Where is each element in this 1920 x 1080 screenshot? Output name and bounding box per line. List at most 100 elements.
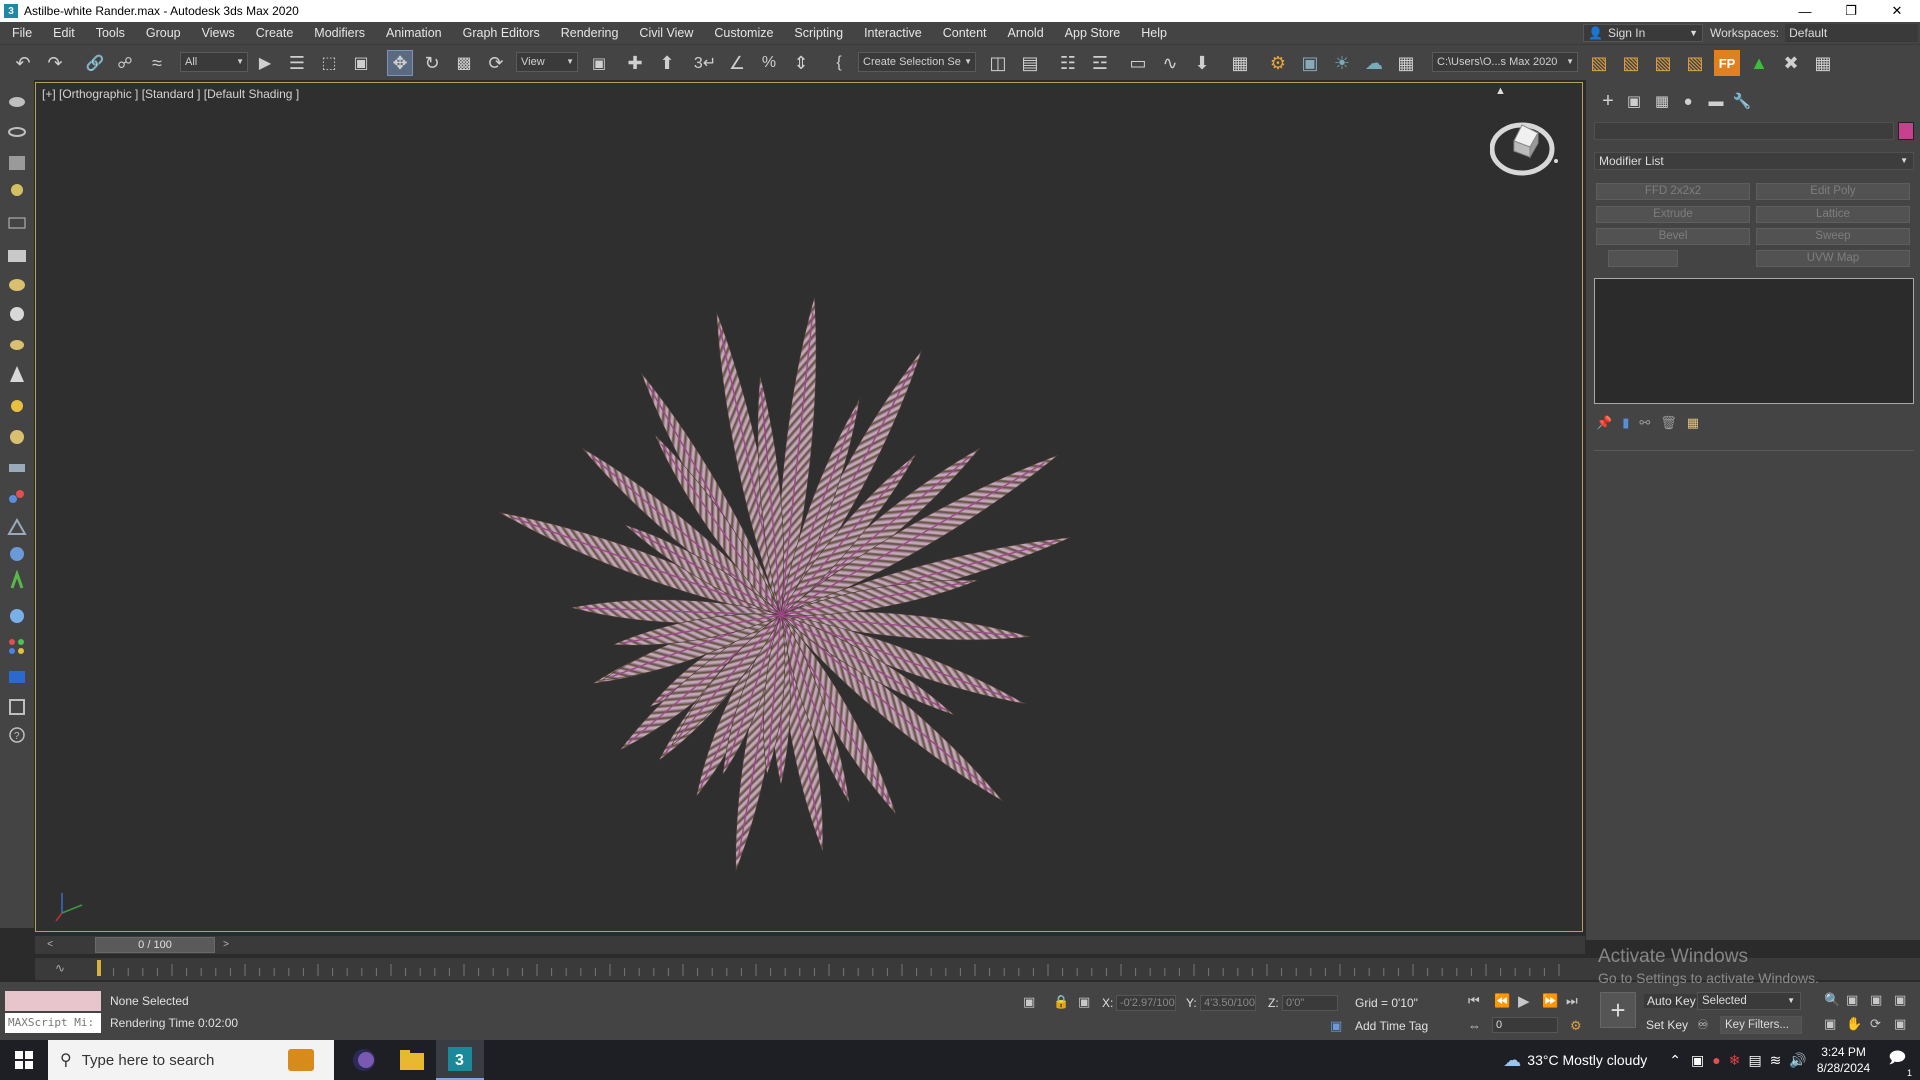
key-filters-button[interactable]: Key Filters... bbox=[1720, 1016, 1802, 1034]
minimize-icon[interactable]: — bbox=[1782, 0, 1828, 22]
rectangular-selection-icon[interactable]: ⬚ bbox=[316, 50, 342, 76]
box-icon[interactable] bbox=[9, 156, 25, 170]
render-in-cloud-icon[interactable]: ▦ bbox=[1393, 50, 1419, 76]
time-slider[interactable]: < 0 / 100 > bbox=[35, 936, 1585, 954]
sphere-blue-icon[interactable] bbox=[10, 609, 24, 623]
spreadsheet-icon[interactable]: ▦ bbox=[1810, 50, 1836, 76]
menu-item-app-store[interactable]: App Store bbox=[1053, 22, 1130, 44]
menu-item-animation[interactable]: Animation bbox=[374, 22, 451, 44]
orbit-icon[interactable]: ⟳ bbox=[1870, 1016, 1881, 1032]
time-prev-icon[interactable]: < bbox=[43, 938, 57, 952]
menu-item-group[interactable]: Group bbox=[134, 22, 190, 44]
zoom-extents-all-icon[interactable]: ▣ bbox=[1894, 992, 1906, 1008]
taskbar-search[interactable]: ⚲ Type here to search bbox=[48, 1040, 334, 1080]
z-coord-field[interactable]: 0'0" bbox=[1282, 995, 1338, 1011]
key-filter-icon[interactable]: ♾ bbox=[1697, 1017, 1709, 1033]
select-and-rotate-icon[interactable]: ↻ bbox=[419, 50, 445, 76]
x-coord-field[interactable]: -0'2.97/100" bbox=[1116, 995, 1176, 1011]
menu-item-edit[interactable]: Edit bbox=[41, 22, 84, 44]
globe-icon[interactable] bbox=[10, 307, 24, 321]
pin-stack-icon[interactable]: 📌 bbox=[1596, 415, 1612, 431]
rendered-frame-window-icon[interactable]: ▣ bbox=[1297, 50, 1323, 76]
pan-icon[interactable]: ✋ bbox=[1846, 1016, 1862, 1032]
viewport[interactable]: [+] [Orthographic ] [Standard ] [Default… bbox=[35, 82, 1583, 932]
menu-item-content[interactable]: Content bbox=[931, 22, 996, 44]
scene-explorer-icon[interactable]: ☷ bbox=[1055, 50, 1081, 76]
maximize-viewport-icon[interactable]: ▣ bbox=[1894, 1016, 1906, 1032]
prev-frame-icon[interactable]: ⏪ bbox=[1494, 993, 1510, 1009]
tray-app-icon[interactable]: ▣ bbox=[1691, 1052, 1704, 1069]
hair-icon[interactable] bbox=[10, 569, 24, 589]
maxscript-listener[interactable] bbox=[5, 991, 101, 1011]
goto-start-icon[interactable]: ⏮ bbox=[1468, 993, 1480, 1009]
modifier-button[interactable]: Bevel bbox=[1596, 228, 1750, 245]
container-open-icon[interactable]: ▧ bbox=[1618, 50, 1644, 76]
workspace-value[interactable]: Default bbox=[1785, 24, 1918, 42]
menu-item-modifiers[interactable]: Modifiers bbox=[302, 22, 374, 44]
isolate-selection-icon[interactable]: ▣ bbox=[1023, 994, 1035, 1010]
tray-app3-icon[interactable]: ▤ bbox=[1748, 1052, 1761, 1069]
clock[interactable]: 3:24 PM 8/28/2024 bbox=[1817, 1044, 1870, 1076]
align-icon[interactable]: ▤ bbox=[1017, 50, 1043, 76]
maxscript-mini-listener[interactable]: MAXScript Mi: bbox=[5, 1013, 101, 1033]
key-mode-icon[interactable]: ⇔ bbox=[1468, 1018, 1481, 1033]
modifier-button[interactable]: Sweep bbox=[1756, 228, 1910, 245]
menu-item-interactive[interactable]: Interactive bbox=[852, 22, 931, 44]
tray-app2-icon[interactable]: ❄ bbox=[1729, 1052, 1741, 1069]
named-selection-dropdown[interactable]: Create Selection Se ▼ bbox=[858, 52, 976, 72]
eclipse-app-icon[interactable] bbox=[340, 1040, 388, 1080]
video-icon[interactable] bbox=[9, 671, 25, 683]
toggle-ribbon-icon[interactable]: ▭ bbox=[1125, 50, 1151, 76]
select-object-icon[interactable]: ▶ bbox=[252, 50, 278, 76]
teapot-icon[interactable] bbox=[9, 97, 25, 107]
menu-item-graph-editors[interactable]: Graph Editors bbox=[451, 22, 549, 44]
current-frame-marker[interactable] bbox=[97, 960, 101, 976]
make-unique-icon[interactable]: ⚯ bbox=[1639, 415, 1650, 431]
menu-item-tools[interactable]: Tools bbox=[84, 22, 134, 44]
material-editor-icon[interactable]: ▦ bbox=[1227, 50, 1253, 76]
window-crossing-icon[interactable]: ▣ bbox=[348, 50, 374, 76]
dynamics-icon[interactable] bbox=[10, 547, 24, 561]
tray-colors-icon[interactable]: ● bbox=[1712, 1052, 1720, 1068]
time-config-icon[interactable]: ⚙ bbox=[1570, 1018, 1582, 1034]
cone-icon[interactable] bbox=[10, 366, 24, 382]
set-keys-button[interactable]: + bbox=[1600, 992, 1636, 1028]
percent-snap-icon[interactable]: % bbox=[756, 50, 782, 76]
unlink-icon[interactable]: ☍ bbox=[112, 50, 138, 76]
modifier-list-dropdown[interactable]: Modifier List ▼ bbox=[1594, 152, 1914, 170]
link-icon[interactable]: 🔗 bbox=[82, 50, 108, 76]
play-icon[interactable]: ▶ bbox=[1518, 992, 1530, 1010]
restore-icon[interactable]: ❐ bbox=[1828, 0, 1874, 22]
wifi-icon[interactable]: ≋ bbox=[1770, 1052, 1782, 1069]
compound-icon[interactable] bbox=[7, 517, 27, 535]
time-next-icon[interactable]: > bbox=[219, 938, 233, 952]
menu-item-views[interactable]: Views bbox=[190, 22, 244, 44]
curve-editor-icon[interactable]: ∿ bbox=[1157, 50, 1183, 76]
forest-pack-icon[interactable]: FP bbox=[1714, 50, 1740, 76]
bind-space-warp-icon[interactable]: ≈ bbox=[144, 50, 170, 76]
hierarchy-tab-icon[interactable]: ▦ bbox=[1650, 90, 1674, 112]
volume-icon[interactable]: 🔊 bbox=[1789, 1052, 1806, 1069]
mirror-icon[interactable]: ◫ bbox=[985, 50, 1011, 76]
object-color-swatch[interactable] bbox=[1898, 122, 1914, 140]
add-time-tag[interactable]: Add Time Tag bbox=[1355, 1019, 1428, 1033]
help-icon[interactable]: ? bbox=[9, 727, 25, 743]
current-frame-field[interactable]: 0 bbox=[1492, 1017, 1558, 1033]
next-frame-icon[interactable]: ⏩ bbox=[1542, 993, 1558, 1009]
display-tab-icon[interactable]: ▬ bbox=[1704, 90, 1728, 112]
zoom-icon[interactable]: 🔍 bbox=[1824, 992, 1840, 1008]
redo-icon[interactable]: ↷ bbox=[42, 50, 68, 76]
show-end-result-icon[interactable]: ▮ bbox=[1622, 415, 1629, 431]
spheres-color-icon[interactable] bbox=[9, 639, 24, 654]
workspace-selector[interactable]: Workspaces: Default bbox=[1710, 24, 1918, 42]
bones-icon[interactable] bbox=[9, 490, 24, 503]
modifier-button[interactable]: Lattice bbox=[1756, 206, 1910, 223]
modifier-button[interactable]: UVW Map bbox=[1756, 250, 1910, 267]
modify-tab-icon[interactable]: ▣ bbox=[1622, 90, 1646, 112]
modifier-stack[interactable] bbox=[1594, 278, 1914, 404]
angle-snap-icon[interactable]: ∠ bbox=[724, 50, 750, 76]
snaps-toggle-icon[interactable]: 3↵ bbox=[692, 50, 718, 76]
absolute-mode-icon[interactable]: ▣ bbox=[1078, 994, 1090, 1010]
modifier-button[interactable] bbox=[1608, 250, 1678, 267]
y-coord-field[interactable]: 4'3.50/100" bbox=[1200, 995, 1256, 1011]
